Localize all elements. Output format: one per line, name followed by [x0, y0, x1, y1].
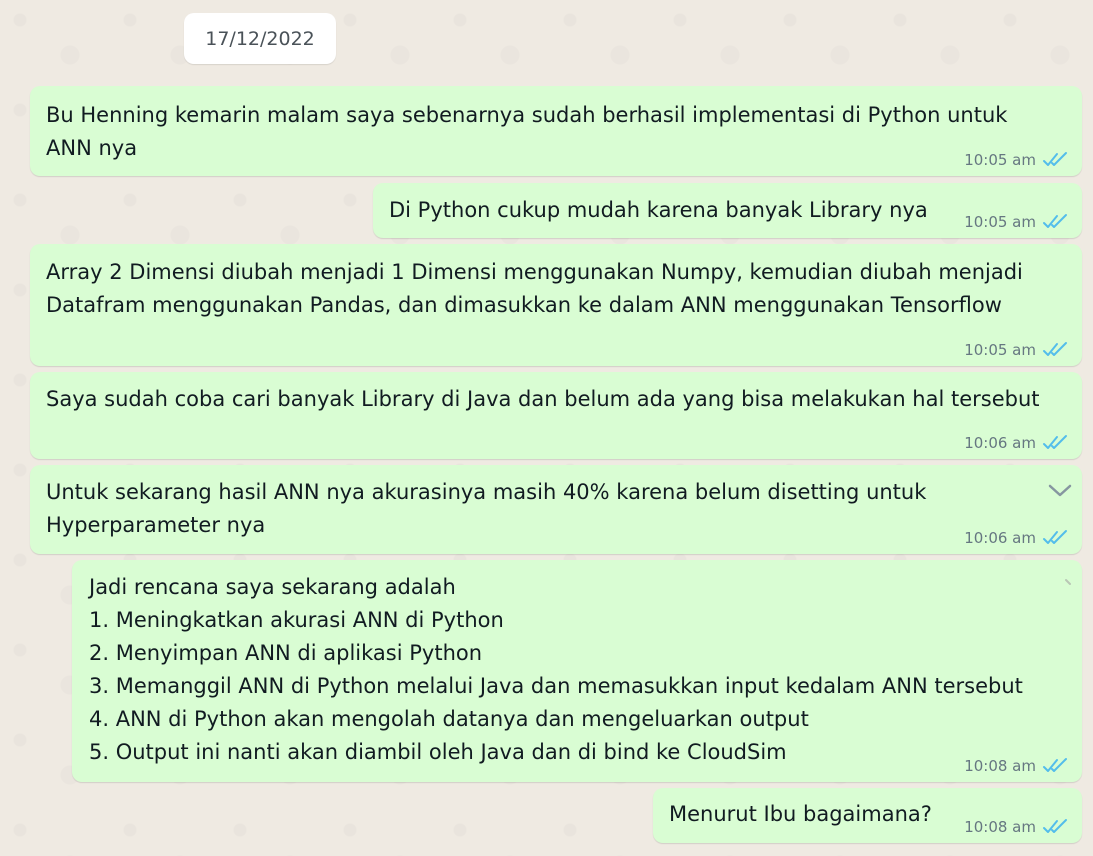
message-meta: 10:05 am	[964, 341, 1070, 359]
message-bubble[interactable]: Jadi rencana saya sekarang adalah 1. Men…	[72, 560, 1082, 782]
date-chip: 17/12/2022	[184, 13, 336, 64]
message-meta: 10:05 am	[964, 213, 1070, 231]
double-check-icon	[1043, 758, 1067, 772]
message-meta: 10:06 am	[964, 529, 1070, 547]
message-time: 10:08 am	[964, 757, 1036, 775]
message-time: 10:05 am	[964, 341, 1036, 359]
message-bubble[interactable]: Array 2 Dimensi diubah menjadi 1 Dimensi…	[30, 244, 1082, 366]
message-time: 10:06 am	[964, 529, 1036, 547]
double-check-icon	[1043, 530, 1067, 544]
message-time: 10:05 am	[964, 151, 1036, 169]
corner-mark-icon	[1065, 579, 1071, 585]
chat-pane[interactable]: 17/12/2022 Bu Henning kemarin malam saya…	[0, 0, 1093, 856]
message-text: Jadi rencana saya sekarang adalah 1. Men…	[89, 575, 1023, 764]
message-text: Saya sudah coba cari banyak Library di J…	[46, 387, 1040, 411]
chevron-down-icon[interactable]	[1047, 483, 1073, 499]
double-check-icon	[1043, 214, 1067, 228]
double-check-icon	[1043, 435, 1067, 449]
message-text: Bu Henning kemarin malam saya sebenarnya…	[46, 103, 1008, 160]
double-check-icon	[1043, 819, 1067, 833]
message-meta: 10:08 am	[964, 757, 1070, 775]
message-bubble[interactable]: Saya sudah coba cari banyak Library di J…	[30, 372, 1082, 459]
message-time: 10:06 am	[964, 434, 1036, 452]
message-meta: 10:06 am	[964, 434, 1070, 452]
message-meta: 10:05 am	[964, 151, 1070, 169]
message-text: Menurut Ibu bagaimana?	[669, 802, 932, 826]
double-check-icon	[1043, 342, 1067, 356]
message-text: Di Python cukup mudah karena banyak Libr…	[389, 198, 928, 222]
message-meta: 10:08 am	[964, 818, 1070, 836]
message-bubble[interactable]: Untuk sekarang hasil ANN nya akurasinya …	[30, 465, 1082, 554]
message-time: 10:08 am	[964, 818, 1036, 836]
message-text: Untuk sekarang hasil ANN nya akurasinya …	[46, 480, 927, 537]
message-text: Array 2 Dimensi diubah menjadi 1 Dimensi…	[46, 260, 1023, 317]
message-bubble[interactable]: Di Python cukup mudah karena banyak Libr…	[373, 183, 1082, 238]
message-time: 10:05 am	[964, 213, 1036, 231]
message-bubble[interactable]: Menurut Ibu bagaimana? 10:08 am	[653, 788, 1082, 843]
message-bubble[interactable]: Bu Henning kemarin malam saya sebenarnya…	[30, 86, 1082, 176]
double-check-icon	[1043, 152, 1067, 166]
